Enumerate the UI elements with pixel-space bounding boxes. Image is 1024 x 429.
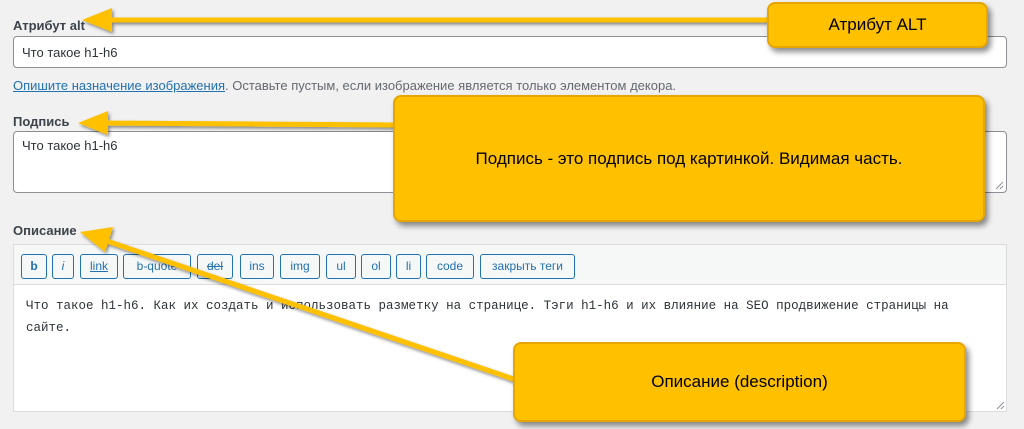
caption-text: Что такое h1-h6 [22,138,118,153]
alt-help-link[interactable]: Опишите назначение изображения [13,78,225,93]
arrow-alt-head [82,8,112,32]
alt-label: Атрибут alt [13,18,85,33]
caption-label: Подпись [13,114,70,129]
callout-caption: Подпись - это подпись под картинкой. Вид… [393,95,985,222]
qt-img-button[interactable]: img [280,254,320,279]
qt-li-button[interactable]: li [396,254,421,279]
qt-code-button[interactable]: code [426,254,474,279]
description-text: Что такое h1-h6. Как их создать и исполь… [26,299,949,335]
callout-description: Описание (description) [513,342,966,422]
qt-ins-button[interactable]: ins [240,254,274,279]
qt-del-button[interactable]: del [197,254,233,279]
qt-bold-button[interactable]: b [21,254,47,279]
description-label: Описание [13,223,77,238]
callout-alt: Атрибут ALT [767,2,988,48]
qt-ol-button[interactable]: ol [361,254,391,279]
resize-grip-icon[interactable] [994,180,1004,190]
resize-grip-icon[interactable] [995,400,1005,410]
qt-ul-button[interactable]: ul [326,254,356,279]
qt-close-tags-button[interactable]: закрыть теги [480,254,575,279]
qt-blockquote-button[interactable]: b-quote [123,254,191,279]
arrow-caption-line [103,120,396,128]
quicktags-toolbar: b i link b-quote del ins img ul ol li co… [13,244,1007,284]
qt-italic-button[interactable]: i [52,254,74,279]
qt-link-button[interactable]: link [80,254,118,279]
alt-help: Опишите назначение изображения. Оставьте… [13,78,676,93]
alt-help-text: . Оставьте пустым, если изображение явля… [225,78,677,93]
